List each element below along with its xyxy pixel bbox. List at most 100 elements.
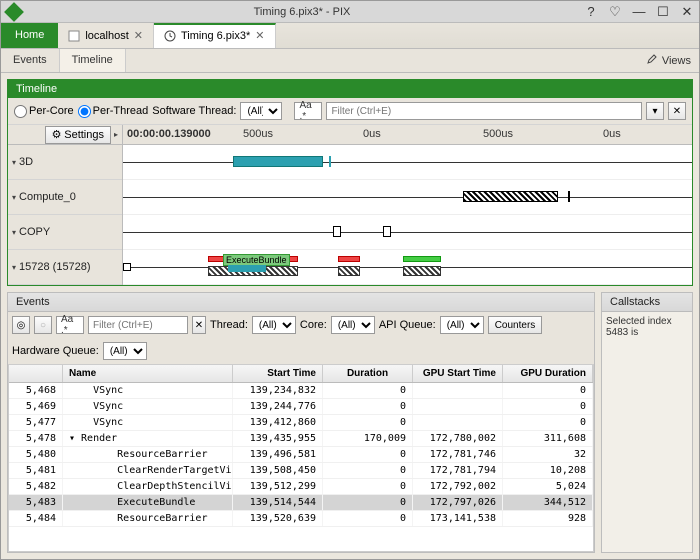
document-icon <box>68 30 80 42</box>
software-thread-select[interactable]: (All) <box>240 102 282 120</box>
timeline-event-bar[interactable] <box>228 265 266 272</box>
timeline-header: Timeline <box>8 80 692 98</box>
table-row[interactable]: 5,469 VSync139,244,77600 <box>9 399 593 415</box>
callstacks-header: Callstacks <box>602 293 692 312</box>
subtab-events[interactable]: Events <box>1 49 60 72</box>
timeline-event-bar[interactable] <box>403 266 441 276</box>
track-label-compute[interactable]: ▾Compute_0 <box>8 180 122 215</box>
views-button[interactable]: Views <box>646 49 691 72</box>
table-row[interactable]: 5,481 ClearRenderTargetView139,508,45001… <box>9 463 593 479</box>
tab-close-icon[interactable]: ✕ <box>134 29 143 42</box>
callstacks-panel: Callstacks Selected index 5483 is <box>601 292 693 553</box>
timeline-event-bar[interactable] <box>333 226 341 237</box>
timeline-filter-input[interactable] <box>326 102 642 120</box>
events-header: Events <box>8 293 594 312</box>
regex-toggle[interactable]: Aa .* <box>56 316 84 334</box>
column-header-name[interactable]: Name <box>63 365 233 382</box>
callstacks-body: Selected index 5483 is <box>602 312 692 552</box>
content-area: Timeline Per-Core Per-Thread Software Th… <box>1 73 699 559</box>
table-row[interactable]: 5,477 VSync139,412,86000 <box>9 415 593 431</box>
column-header-gpu-duration[interactable]: GPU Duration <box>503 365 593 382</box>
table-row[interactable]: 5,480 ResourceBarrier139,496,5810172,781… <box>9 447 593 463</box>
column-header-start[interactable]: Start Time <box>233 365 323 382</box>
per-core-radio[interactable]: Per-Core <box>14 105 74 118</box>
timeline-filter-row: Per-Core Per-Thread Software Thread: (Al… <box>8 98 692 125</box>
timeline-panel: Timeline Per-Core Per-Thread Software Th… <box>7 79 693 286</box>
track-copy[interactable] <box>123 215 692 250</box>
table-row[interactable]: 5,478▾ Render139,435,955170,009172,780,0… <box>9 431 593 447</box>
document-tab-label: localhost <box>85 30 128 42</box>
events-panel: Events ◎ ○ Aa .* ✕ Thread: (All) Core: (… <box>7 292 595 553</box>
filter-clear-button[interactable]: ✕ <box>192 316 206 334</box>
heart-icon[interactable]: ♡ <box>607 4 623 20</box>
tab-close-icon[interactable]: ✕ <box>255 29 264 42</box>
column-header-duration[interactable]: Duration <box>323 365 413 382</box>
close-icon[interactable]: ✕ <box>679 4 695 20</box>
timecode-label: 00:00:00.139000 <box>127 128 211 140</box>
chevron-right-icon[interactable]: ▸ <box>114 130 118 139</box>
minimize-icon[interactable]: — <box>631 4 647 20</box>
table-row[interactable]: 5,484 ResourceBarrier139,520,6390173,141… <box>9 511 593 527</box>
document-tab-localhost[interactable]: localhost ✕ <box>58 23 154 48</box>
timeline-track-labels: ⚙ Settings ▸ ▾3D ▾Compute_0 ▾COPY ▾15728… <box>8 125 123 285</box>
timeline-ruler: 00:00:00.139000 500us 0us 500us 0us <box>123 125 692 145</box>
home-tab[interactable]: Home <box>1 23 58 48</box>
chevron-down-icon: ▾ <box>12 158 16 167</box>
timeline-event-bar[interactable] <box>233 156 323 167</box>
timeline-event-bar[interactable] <box>403 256 441 262</box>
track-label-3d[interactable]: ▾3D <box>8 145 122 180</box>
track-label-thread[interactable]: ▾15728 (15728) <box>8 250 122 285</box>
timeline-canvas[interactable]: 00:00:00.139000 500us 0us 500us 0us <box>123 125 692 285</box>
thread-select[interactable]: (All) <box>252 316 296 334</box>
edit-icon <box>646 53 658 68</box>
table-row[interactable]: 5,483 ExecuteBundle139,514,5440172,797,0… <box>9 495 593 511</box>
core-select[interactable]: (All) <box>331 316 375 334</box>
timeline-event-tick[interactable] <box>568 191 570 202</box>
timeline-event-bar[interactable] <box>383 226 391 237</box>
filter-dropdown-button[interactable]: ▾ <box>646 102 664 120</box>
track-3d[interactable] <box>123 145 692 180</box>
target-button[interactable]: ◎ <box>12 316 30 334</box>
column-header-gpu-start[interactable]: GPU Start Time <box>413 365 503 382</box>
track-label-copy[interactable]: ▾COPY <box>8 215 122 250</box>
thread-label: Thread: <box>210 319 248 331</box>
column-header-id[interactable] <box>9 365 63 382</box>
views-label: Views <box>662 55 691 67</box>
document-tab-timing[interactable]: Timing 6.pix3* ✕ <box>154 23 276 48</box>
settings-button[interactable]: ⚙ Settings <box>45 126 111 144</box>
hardware-queue-select[interactable]: (All) <box>103 342 147 360</box>
filter-clear-button[interactable]: ✕ <box>668 102 686 120</box>
timeline-event-tick[interactable] <box>329 156 331 167</box>
maximize-icon[interactable]: ☐ <box>655 4 671 20</box>
counters-button[interactable]: Counters <box>488 316 543 334</box>
api-queue-select[interactable]: (All) <box>440 316 484 334</box>
chevron-down-icon: ▾ <box>12 193 16 202</box>
timeline-tracks: ExecuteBundle <box>123 145 692 285</box>
timeline-body: ⚙ Settings ▸ ▾3D ▾Compute_0 ▾COPY ▾15728… <box>8 125 692 285</box>
timeline-event-bar[interactable] <box>338 256 360 262</box>
table-row[interactable]: 5,482 ClearDepthStencilView139,512,29901… <box>9 479 593 495</box>
table-row[interactable]: 5,468 VSync139,234,83200 <box>9 383 593 399</box>
timeline-event-bar[interactable] <box>338 266 360 276</box>
help-icon[interactable]: ? <box>583 4 599 20</box>
sub-tab-bar: Events Timeline Views <box>1 49 699 73</box>
track-compute[interactable] <box>123 180 692 215</box>
per-thread-radio[interactable]: Per-Thread <box>78 105 149 118</box>
timeline-left-header: ⚙ Settings ▸ <box>8 125 122 145</box>
circle-button[interactable]: ○ <box>34 316 52 334</box>
events-filter-input[interactable] <box>88 316 188 334</box>
window-controls: ? ♡ — ☐ ✕ <box>583 4 695 20</box>
clock-icon <box>164 30 176 42</box>
subtab-timeline[interactable]: Timeline <box>60 49 126 72</box>
window-title: Timing 6.pix3* - PIX <box>21 6 583 18</box>
core-label: Core: <box>300 319 327 331</box>
software-thread-label: Software Thread: <box>152 105 236 117</box>
title-bar: Timing 6.pix3* - PIX ? ♡ — ☐ ✕ <box>1 1 699 23</box>
events-table[interactable]: Name Start Time Duration GPU Start Time … <box>8 364 594 552</box>
timeline-marker[interactable] <box>123 263 131 271</box>
track-thread[interactable]: ExecuteBundle <box>123 250 692 285</box>
regex-toggle[interactable]: Aa .* <box>294 102 322 120</box>
events-table-body: 5,468 VSync139,234,832005,469 VSync139,2… <box>9 383 593 527</box>
api-queue-label: API Queue: <box>379 319 436 331</box>
timeline-event-bar[interactable] <box>463 191 558 202</box>
